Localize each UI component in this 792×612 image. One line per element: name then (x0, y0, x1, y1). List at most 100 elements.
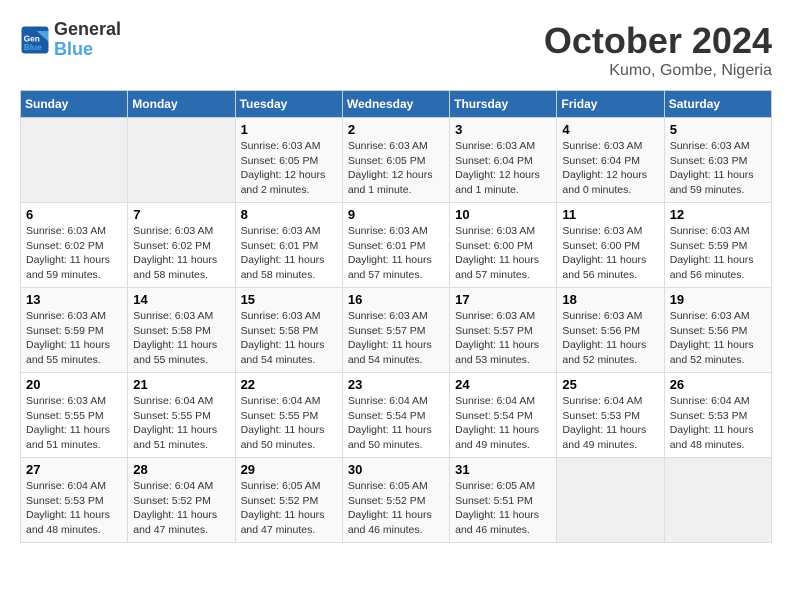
day-info: Sunrise: 6:04 AMSunset: 5:54 PMDaylight:… (348, 394, 444, 453)
calendar-cell: 19Sunrise: 6:03 AMSunset: 5:56 PMDayligh… (664, 288, 771, 373)
calendar-cell: 21 Sunrise: 6:04 AMSunset: 5:55 PMDayligh… (128, 373, 235, 458)
calendar-week-2: 6 Sunrise: 6:03 AMSunset: 6:02 PMDaylight… (21, 203, 772, 288)
calendar-cell: 8 Sunrise: 6:03 AMSunset: 6:01 PMDaylight… (235, 203, 342, 288)
day-number: 29 (241, 462, 337, 477)
calendar-table: SundayMondayTuesdayWednesdayThursdayFrid… (20, 90, 772, 543)
day-info: Sunrise: 6:04 AMSunset: 5:53 PMDaylight:… (26, 479, 122, 538)
day-number: 14 (133, 292, 229, 307)
calendar-cell: 9 Sunrise: 6:03 AMSunset: 6:01 PMDaylight… (342, 203, 449, 288)
day-number: 8 (241, 207, 337, 222)
calendar-week-1: 1 Sunrise: 6:03 AMSunset: 6:05 PMDaylight… (21, 118, 772, 203)
header-day-monday: Monday (128, 91, 235, 118)
calendar-cell: 1 Sunrise: 6:03 AMSunset: 6:05 PMDaylight… (235, 118, 342, 203)
day-info: Sunrise: 6:03 AMSunset: 5:57 PMDaylight:… (348, 309, 444, 368)
day-info: Sunrise: 6:05 AMSunset: 5:52 PMDaylight:… (241, 479, 337, 538)
day-info: Sunrise: 6:05 AMSunset: 5:52 PMDaylight:… (348, 479, 444, 538)
day-info: Sunrise: 6:04 AMSunset: 5:55 PMDaylight:… (241, 394, 337, 453)
day-number: 30 (348, 462, 444, 477)
calendar-cell: 18 Sunrise: 6:03 AMSunset: 5:56 PMDayligh… (557, 288, 664, 373)
calendar-cell: 25 Sunrise: 6:04 AMSunset: 5:53 PMDayligh… (557, 373, 664, 458)
calendar-cell: 22 Sunrise: 6:04 AMSunset: 5:55 PMDayligh… (235, 373, 342, 458)
day-info: Sunrise: 6:03 AMSunset: 6:00 PMDaylight:… (562, 224, 658, 283)
day-info: Sunrise: 6:03 AMSunset: 5:56 PMDaylight:… (562, 309, 658, 368)
day-number: 9 (348, 207, 444, 222)
day-info: Sunrise: 6:03 AMSunset: 6:01 PMDaylight:… (348, 224, 444, 283)
day-info: Sunrise: 6:03 AMSunset: 6:04 PMDaylight:… (455, 139, 551, 198)
day-number: 25 (562, 377, 658, 392)
day-info: Sunrise: 6:03 AMSunset: 6:02 PMDaylight:… (133, 224, 229, 283)
calendar-cell: 4Sunrise: 6:03 AMSunset: 6:04 PMDaylight… (557, 118, 664, 203)
day-number: 26 (670, 377, 766, 392)
title-block: October 2024 Kumo, Gombe, Nigeria (544, 20, 772, 80)
logo-icon: Gen Blue (20, 25, 50, 55)
day-number: 16 (348, 292, 444, 307)
day-info: Sunrise: 6:04 AMSunset: 5:53 PMDaylight:… (670, 394, 766, 453)
calendar-cell: 11 Sunrise: 6:03 AMSunset: 6:00 PMDayligh… (557, 203, 664, 288)
day-number: 11 (562, 207, 658, 222)
day-info: Sunrise: 6:03 AMSunset: 5:56 PMDaylight:… (670, 309, 766, 368)
calendar-cell: 14 Sunrise: 6:03 AMSunset: 5:58 PMDayligh… (128, 288, 235, 373)
day-number: 27 (26, 462, 122, 477)
day-info: Sunrise: 6:03 AMSunset: 5:57 PMDaylight:… (455, 309, 551, 368)
day-number: 3 (455, 122, 551, 137)
day-number: 7 (133, 207, 229, 222)
calendar-cell: 24 Sunrise: 6:04 AMSunset: 5:54 PMDayligh… (450, 373, 557, 458)
svg-text:Blue: Blue (24, 43, 42, 52)
calendar-cell: 13Sunrise: 6:03 AMSunset: 5:59 PMDayligh… (21, 288, 128, 373)
logo-text-line1: General (54, 20, 121, 40)
header-day-tuesday: Tuesday (235, 91, 342, 118)
day-number: 1 (241, 122, 337, 137)
day-info: Sunrise: 6:05 AMSunset: 5:51 PMDaylight:… (455, 479, 551, 538)
calendar-cell (664, 458, 771, 543)
day-info: Sunrise: 6:03 AMSunset: 6:05 PMDaylight:… (241, 139, 337, 198)
calendar-cell: 26 Sunrise: 6:04 AMSunset: 5:53 PMDayligh… (664, 373, 771, 458)
header-day-sunday: Sunday (21, 91, 128, 118)
calendar-body: 1 Sunrise: 6:03 AMSunset: 6:05 PMDaylight… (21, 118, 772, 543)
day-info: Sunrise: 6:04 AMSunset: 5:53 PMDaylight:… (562, 394, 658, 453)
day-number: 12 (670, 207, 766, 222)
calendar-subtitle: Kumo, Gombe, Nigeria (544, 62, 772, 80)
calendar-cell: 27 Sunrise: 6:04 AMSunset: 5:53 PMDayligh… (21, 458, 128, 543)
calendar-cell: 23Sunrise: 6:04 AMSunset: 5:54 PMDayligh… (342, 373, 449, 458)
calendar-cell (557, 458, 664, 543)
calendar-cell: 20 Sunrise: 6:03 AMSunset: 5:55 PMDayligh… (21, 373, 128, 458)
calendar-week-3: 13Sunrise: 6:03 AMSunset: 5:59 PMDayligh… (21, 288, 772, 373)
header-day-thursday: Thursday (450, 91, 557, 118)
calendar-cell: 16 Sunrise: 6:03 AMSunset: 5:57 PMDayligh… (342, 288, 449, 373)
calendar-title: October 2024 (544, 20, 772, 62)
calendar-header: SundayMondayTuesdayWednesdayThursdayFrid… (21, 91, 772, 118)
calendar-cell: 2 Sunrise: 6:03 AMSunset: 6:05 PMDaylight… (342, 118, 449, 203)
header-day-saturday: Saturday (664, 91, 771, 118)
day-number: 24 (455, 377, 551, 392)
day-info: Sunrise: 6:04 AMSunset: 5:55 PMDaylight:… (133, 394, 229, 453)
header-day-wednesday: Wednesday (342, 91, 449, 118)
calendar-cell: 10Sunrise: 6:03 AMSunset: 6:00 PMDayligh… (450, 203, 557, 288)
day-number: 21 (133, 377, 229, 392)
day-info: Sunrise: 6:03 AMSunset: 5:58 PMDaylight:… (133, 309, 229, 368)
day-number: 22 (241, 377, 337, 392)
day-info: Sunrise: 6:03 AMSunset: 5:58 PMDaylight:… (241, 309, 337, 368)
day-number: 28 (133, 462, 229, 477)
calendar-cell (128, 118, 235, 203)
calendar-cell: 31Sunrise: 6:05 AMSunset: 5:51 PMDayligh… (450, 458, 557, 543)
day-number: 18 (562, 292, 658, 307)
calendar-cell (21, 118, 128, 203)
day-info: Sunrise: 6:03 AMSunset: 6:04 PMDaylight:… (562, 139, 658, 198)
day-number: 6 (26, 207, 122, 222)
calendar-cell: 30 Sunrise: 6:05 AMSunset: 5:52 PMDayligh… (342, 458, 449, 543)
day-number: 2 (348, 122, 444, 137)
day-number: 13 (26, 292, 122, 307)
day-info: Sunrise: 6:03 AMSunset: 6:05 PMDaylight:… (348, 139, 444, 198)
day-number: 20 (26, 377, 122, 392)
day-info: Sunrise: 6:03 AMSunset: 6:00 PMDaylight:… (455, 224, 551, 283)
day-number: 5 (670, 122, 766, 137)
day-info: Sunrise: 6:03 AMSunset: 6:01 PMDaylight:… (241, 224, 337, 283)
calendar-cell: 15Sunrise: 6:03 AMSunset: 5:58 PMDayligh… (235, 288, 342, 373)
calendar-cell: 3 Sunrise: 6:03 AMSunset: 6:04 PMDaylight… (450, 118, 557, 203)
header-row: SundayMondayTuesdayWednesdayThursdayFrid… (21, 91, 772, 118)
calendar-cell: 5Sunrise: 6:03 AMSunset: 6:03 PMDaylight… (664, 118, 771, 203)
day-info: Sunrise: 6:03 AMSunset: 5:55 PMDaylight:… (26, 394, 122, 453)
calendar-cell: 7 Sunrise: 6:03 AMSunset: 6:02 PMDaylight… (128, 203, 235, 288)
calendar-cell: 28Sunrise: 6:04 AMSunset: 5:52 PMDayligh… (128, 458, 235, 543)
day-info: Sunrise: 6:04 AMSunset: 5:54 PMDaylight:… (455, 394, 551, 453)
